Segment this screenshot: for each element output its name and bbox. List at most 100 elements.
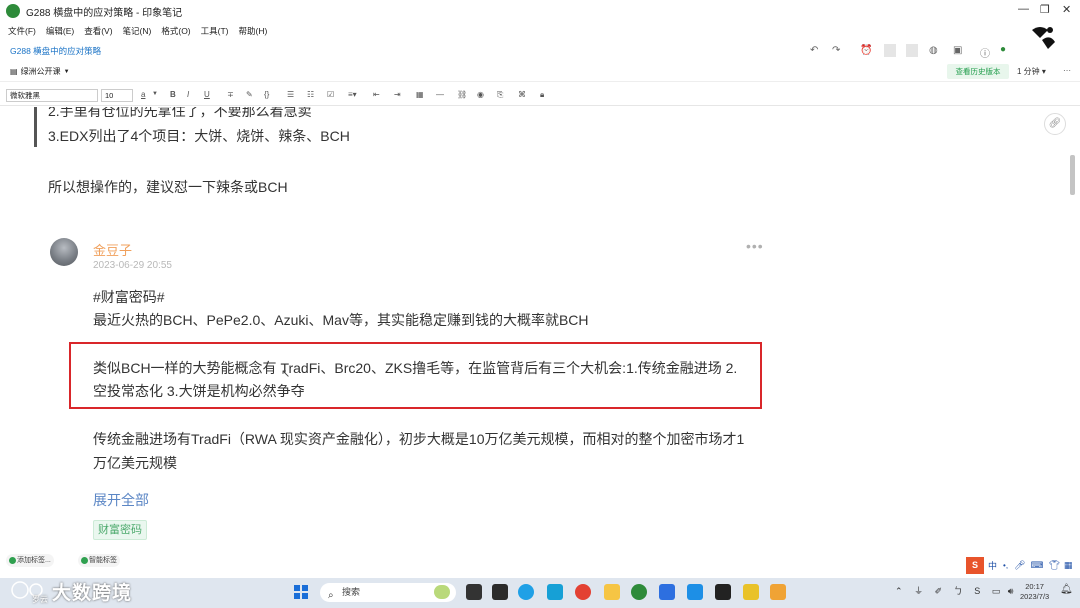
add-tag-button[interactable]: 添加标签... [6, 554, 54, 567]
punctuation-icon[interactable]: •, [1003, 561, 1008, 570]
volume-icon[interactable]: 🔊︎ [1008, 586, 1014, 596]
minimize-button[interactable]: — [1018, 3, 1029, 15]
mic-icon[interactable]: ⏚ [914, 586, 923, 596]
mic-icon[interactable]: 🎤︎ [1014, 560, 1025, 571]
close-button[interactable]: ✕ [1062, 3, 1071, 16]
quote-bar [34, 107, 37, 147]
tag-bar [0, 552, 1080, 570]
copy-link-icon[interactable]: 🔗︎ [1044, 113, 1066, 135]
underline-icon[interactable]: U [204, 90, 210, 99]
menu-edit[interactable]: 编辑(E) [46, 25, 74, 37]
checklist-icon[interactable]: ☑ [327, 90, 334, 99]
numbered-list-icon[interactable]: ☷ [307, 90, 314, 99]
ime-lang[interactable]: 中 [988, 559, 997, 572]
font-select[interactable]: 微软雅黑 [6, 89, 98, 102]
bold-icon[interactable]: B [170, 90, 176, 99]
read-time[interactable]: 1 分钟 ▾ [1017, 66, 1046, 77]
app-icon[interactable] [715, 584, 731, 600]
share-icon[interactable]: ◍ [929, 45, 938, 56]
menu-view[interactable]: 查看(V) [84, 25, 112, 37]
ime-toolbar[interactable]: S 中 •, 🎤︎ ⌨ 👕︎ ▦ [966, 556, 1080, 575]
present-icon[interactable]: ▣ [953, 45, 962, 56]
pen-icon[interactable]: ✐ [935, 586, 943, 596]
s-icon[interactable]: S [974, 586, 980, 596]
menu-tools[interactable]: 工具(T) [201, 25, 229, 37]
post-author[interactable]: 金豆子 [93, 240, 132, 259]
plus-icon [9, 557, 16, 564]
restore-button[interactable]: ❐ [1040, 3, 1050, 16]
code-icon[interactable]: {} [264, 90, 269, 99]
note-content[interactable]: 2.手里有仓位的先拿住了，不要那么着急卖 3.EDX列出了4个项目：大饼、烧饼、… [0, 107, 1080, 547]
post-date: 2023-06-29 20:55 [93, 260, 172, 271]
chrome-icon[interactable] [575, 584, 591, 600]
keyboard-icon[interactable]: ⌨ [1030, 560, 1043, 571]
indent-icon[interactable]: ⇤ [373, 90, 380, 99]
app-icon[interactable] [687, 584, 703, 600]
download-icon[interactable] [906, 44, 918, 57]
chevron-down-icon[interactable]: ▼ [152, 91, 158, 97]
menu-note[interactable]: 笔记(N) [123, 25, 152, 37]
divider-icon[interactable]: — [436, 90, 444, 99]
font-size-select[interactable]: 10 [101, 89, 133, 102]
undo-icon[interactable]: ↶ [810, 45, 818, 56]
command-icon[interactable]: ⌘ [518, 90, 526, 99]
app-icon[interactable] [743, 584, 759, 600]
task-view-icon[interactable] [466, 584, 482, 600]
lock-icon[interactable]: 🔒︎ [540, 90, 544, 100]
system-tray[interactable]: ⌃ ⏚ ✐ ㄅ S ▭ 🔊︎ [895, 584, 1013, 597]
ime-icon[interactable]: ㄅ [954, 586, 963, 596]
taskbar-search[interactable]: ⌕ 搜索 [320, 583, 456, 602]
redo-icon[interactable]: ↷ [832, 45, 840, 56]
more-options-icon[interactable]: ••• [746, 238, 764, 254]
app-icon[interactable] [547, 584, 563, 600]
quote-line-2: 2.手里有仓位的先拿住了，不要那么着急卖 [48, 107, 312, 119]
network-icon[interactable]: ▭ [992, 586, 1001, 596]
mic-icon[interactable]: ◉ [477, 90, 484, 99]
menu-format[interactable]: 格式(O) [161, 25, 190, 37]
info-icon[interactable]: ⓘ [980, 45, 990, 60]
notification-icon[interactable]: 🔔︎ [1060, 584, 1073, 595]
grid-icon[interactable]: ▦ [1064, 560, 1073, 571]
italic-icon[interactable]: I [187, 90, 189, 99]
font-color-icon[interactable]: a [141, 90, 145, 99]
app-icon[interactable] [492, 584, 508, 600]
document-icon[interactable] [884, 44, 896, 57]
outdent-icon[interactable]: ⇥ [394, 90, 401, 99]
file-explorer-icon[interactable] [604, 584, 620, 600]
reminder-icon[interactable]: ⏰ [860, 45, 872, 56]
table-icon[interactable]: ▦ [416, 90, 424, 99]
tradfi-line-1: 传统金融进场有TradFi（RWA 现实资产金融化），初步大概是10万亿美元规模… [93, 431, 745, 447]
window-title: G288 横盘中的应对策略 - 印象笔记 [26, 7, 183, 19]
chevron-down-icon[interactable]: ▼ [64, 69, 70, 75]
account-avatar-icon[interactable] [1030, 24, 1056, 50]
sogou-logo-icon: S [966, 557, 984, 574]
avatar[interactable] [50, 238, 78, 266]
app-icon[interactable] [659, 584, 675, 600]
skin-icon[interactable]: 👕︎ [1048, 560, 1059, 571]
clock[interactable]: 20:17 2023/7/3 [1020, 582, 1049, 602]
smart-tag-button[interactable]: 智能标签 [78, 554, 120, 567]
highlighter-icon[interactable]: ✎ [246, 90, 253, 99]
title-bar: G288 横盘中的应对策略 - 印象笔记 — ❐ ✕ [0, 0, 1080, 22]
chevron-up-icon[interactable]: ⌃ [895, 586, 903, 596]
app-icon[interactable] [770, 584, 786, 600]
user-share-icon[interactable]: ● [1000, 44, 1006, 55]
post-tag[interactable]: 财富密码 [93, 520, 147, 540]
link-icon[interactable]: ⛓ [457, 90, 467, 99]
more-icon[interactable]: ⋯ [1063, 66, 1071, 75]
note-title[interactable]: G288 横盘中的应对策略 [10, 45, 101, 57]
view-history-button[interactable]: 查看历史版本 [947, 64, 1009, 79]
expand-all-link[interactable]: 展开全部 [93, 490, 149, 510]
watermark-logo: 岁云 [8, 580, 50, 606]
strikethrough-icon[interactable]: ∓ [227, 90, 234, 99]
bullet-list-icon[interactable]: ☰ [287, 90, 294, 99]
notebook-name[interactable]: 绿洲公开课 [21, 66, 61, 77]
evernote-icon[interactable] [631, 584, 647, 600]
scrollbar[interactable] [1070, 155, 1075, 195]
menu-help[interactable]: 帮助(H) [239, 25, 268, 37]
align-icon[interactable]: ≡▾ [348, 90, 357, 99]
menu-file[interactable]: 文件(F) [8, 25, 36, 37]
windows-start-icon[interactable] [294, 585, 308, 599]
attachment-icon[interactable]: ⎘ [497, 90, 503, 100]
edge-icon[interactable] [518, 584, 534, 600]
